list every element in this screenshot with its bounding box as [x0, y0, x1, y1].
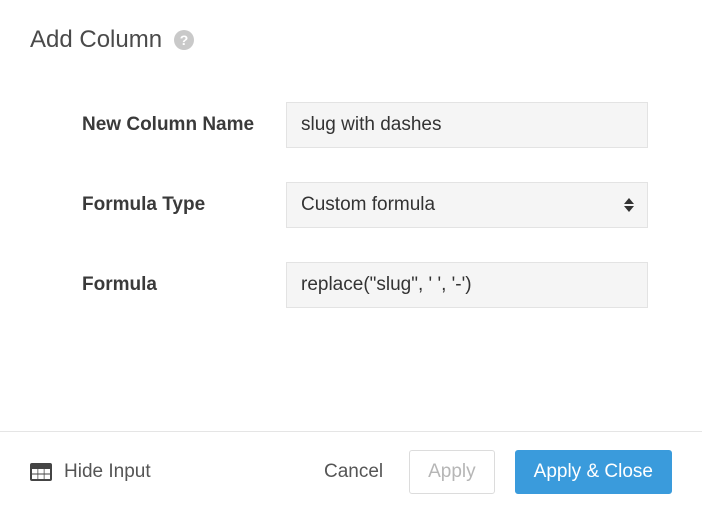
- cancel-button[interactable]: Cancel: [318, 453, 389, 491]
- footer-actions: Cancel Apply Apply & Close: [318, 450, 672, 494]
- table-icon: [30, 463, 52, 481]
- row-column-name: New Column Name: [82, 102, 662, 148]
- formula-type-select-wrap: [286, 182, 648, 228]
- row-formula-type: Formula Type: [82, 182, 662, 228]
- row-formula: Formula: [82, 262, 662, 308]
- apply-close-button[interactable]: Apply & Close: [515, 450, 672, 494]
- label-formula: Formula: [82, 262, 286, 298]
- help-icon[interactable]: ?: [174, 30, 194, 50]
- dialog-footer: Hide Input Cancel Apply Apply & Close: [0, 431, 702, 494]
- formula-type-select[interactable]: [286, 182, 648, 228]
- formula-input[interactable]: [286, 262, 648, 308]
- dialog-header: Add Column ?: [30, 26, 672, 54]
- label-column-name: New Column Name: [82, 102, 286, 138]
- hide-input-toggle[interactable]: Hide Input: [30, 461, 151, 483]
- form-body: New Column Name Formula Type Formula: [30, 102, 672, 308]
- label-formula-type: Formula Type: [82, 182, 286, 218]
- dialog-title: Add Column: [30, 26, 162, 54]
- hide-input-label: Hide Input: [64, 461, 151, 483]
- apply-button[interactable]: Apply: [409, 450, 495, 494]
- new-column-name-input[interactable]: [286, 102, 648, 148]
